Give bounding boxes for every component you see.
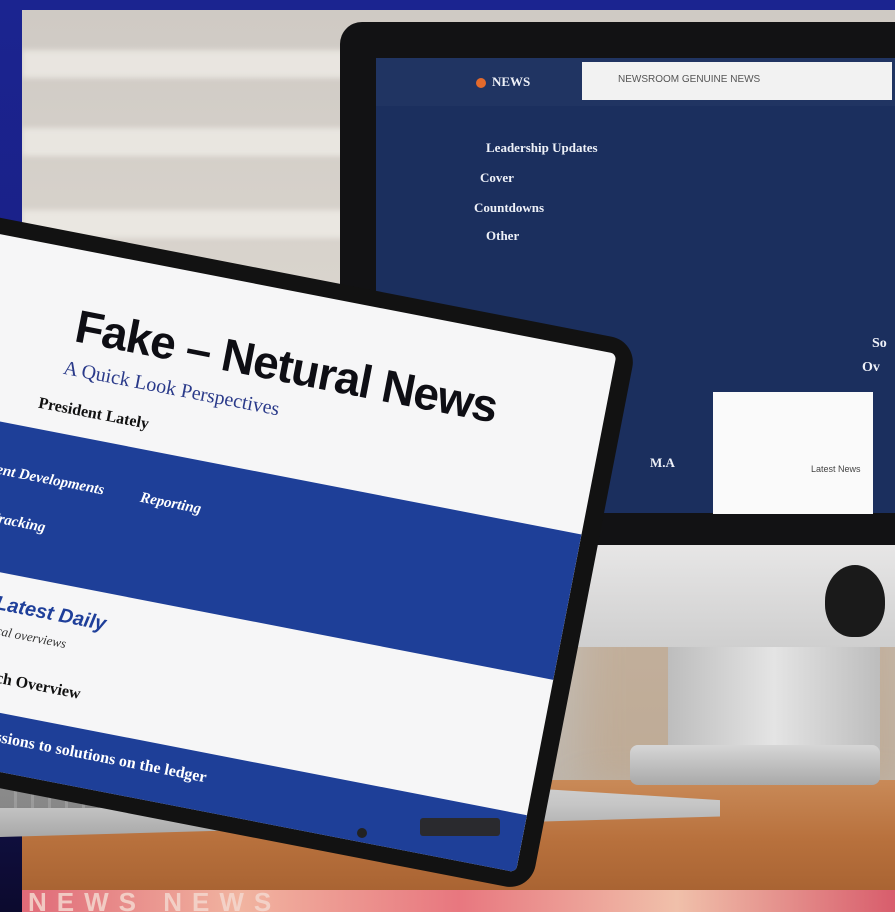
band-link[interactable]: Stories Tracking — [0, 501, 47, 537]
imac-side-text: So — [872, 336, 887, 351]
imac-address-bar[interactable]: NEWSROOM GENUINE NEWS — [582, 62, 892, 100]
apple-logo-icon — [825, 565, 885, 637]
byline: President Lately — [36, 394, 151, 433]
imac-box-text: Latest News — [811, 464, 861, 474]
imac-content-box: Latest News — [713, 392, 873, 514]
imac-foot — [630, 745, 880, 785]
blue-navigation-band: Recent Developments Reporting Stories Tr… — [0, 409, 582, 680]
news-logo-icon — [476, 78, 486, 88]
laptop-port — [357, 828, 367, 838]
imac-menu-item[interactable]: Other — [486, 228, 519, 244]
section-heading: Research Overview — [0, 660, 82, 703]
imac-menu-item[interactable]: Countdowns — [474, 200, 544, 216]
bottom-banner-text: NEWS NEWS — [28, 887, 282, 912]
imac-menu-item[interactable]: Cover — [480, 170, 514, 186]
laptop-hinge-light — [420, 818, 500, 836]
imac-side-text: Ov — [862, 360, 880, 375]
imac-tab-label[interactable]: NEWS — [492, 74, 530, 90]
imac-url-text: NEWSROOM GENUINE NEWS — [618, 74, 761, 85]
band-link[interactable]: Reporting — [139, 490, 203, 518]
band-link[interactable]: Recent Developments — [0, 457, 106, 499]
imac-stand — [668, 647, 880, 759]
imac-menu-item[interactable]: Leadership Updates — [486, 140, 598, 156]
imac-mid-label: M.A — [650, 455, 675, 470]
